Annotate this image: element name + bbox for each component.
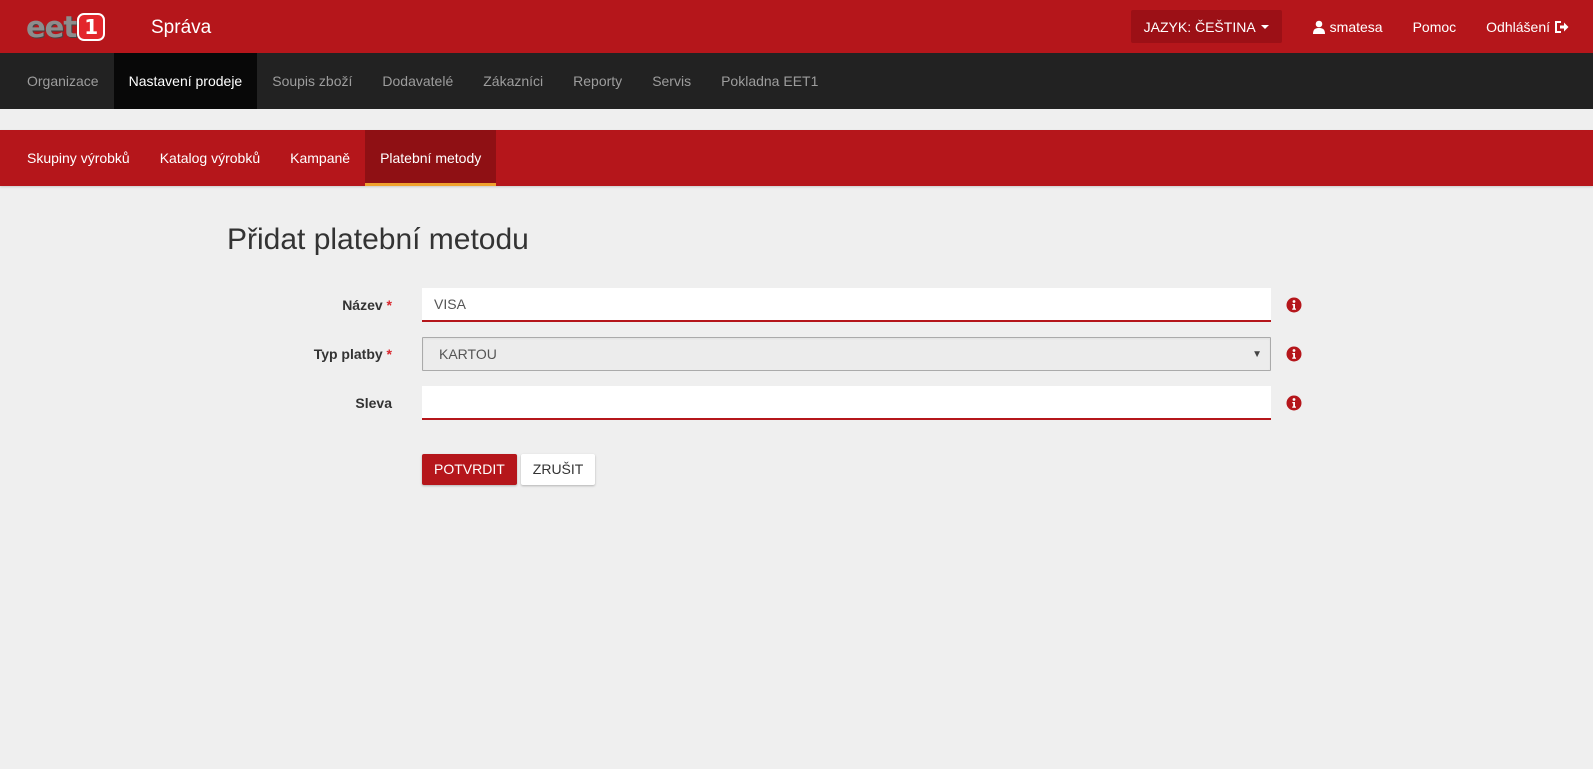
form-row-payment-type: Typ platby * KARTOU ▼	[0, 337, 1593, 371]
payment-type-select[interactable]: KARTOU ▼	[422, 337, 1271, 371]
discount-label-wrap: Sleva	[355, 386, 392, 420]
main-nav: Organizace Nastavení prodeje Soupis zbož…	[0, 53, 1593, 109]
discount-label: Sleva	[355, 395, 392, 411]
name-label-wrap: Název *	[342, 288, 392, 322]
info-icon[interactable]	[1286, 346, 1302, 362]
help-label: Pomoc	[1412, 18, 1457, 35]
nav-item-servis[interactable]: Servis	[637, 53, 706, 109]
tab-platebni-metody[interactable]: Platební metody	[365, 130, 497, 186]
logout-icon	[1555, 20, 1569, 33]
required-marker: *	[386, 346, 392, 362]
nav-item-organizace[interactable]: Organizace	[0, 53, 114, 109]
sub-nav: Skupiny výrobků Katalog výrobků Kampaně …	[0, 130, 1593, 186]
logo-text: eet	[26, 10, 77, 44]
user-icon	[1312, 20, 1325, 34]
name-input[interactable]	[422, 288, 1271, 322]
payment-type-label: Typ platby	[313, 346, 383, 362]
tab-katalog-vyrobku[interactable]: Katalog výrobků	[145, 130, 275, 186]
user-label: smatesa	[1329, 18, 1383, 35]
info-icon[interactable]	[1286, 297, 1302, 313]
tab-skupiny-vyrobku[interactable]: Skupiny výrobků	[0, 130, 145, 186]
logo[interactable]: eet 1	[26, 10, 116, 44]
payment-type-field-wrap: KARTOU ▼	[422, 337, 1271, 371]
caret-down-icon: ▼	[1252, 349, 1262, 360]
nav-item-reporty[interactable]: Reporty	[558, 53, 637, 109]
form-buttons: POTVRDIT ZRUŠIT	[422, 454, 596, 485]
help-link[interactable]: Pomoc	[1398, 19, 1472, 35]
logout-link[interactable]: Odhlášení	[1471, 19, 1569, 35]
name-field-wrap	[422, 288, 1271, 322]
info-icon[interactable]	[1286, 395, 1302, 411]
top-right-menu: JAZYK: ČEŠTINA smatesa Pomoc Odhlášení	[1130, 0, 1569, 53]
logo-badge: 1	[77, 13, 106, 41]
nav-item-dodavatele[interactable]: Dodavatelé	[367, 53, 468, 109]
payment-type-label-wrap: Typ platby *	[314, 337, 392, 371]
nav-item-soupis-zbozi[interactable]: Soupis zboží	[257, 53, 367, 109]
required-marker: *	[386, 297, 392, 313]
logout-label: Odhlášení	[1486, 18, 1550, 35]
discount-input[interactable]	[422, 386, 1271, 420]
page-title: Přidat platební metodu	[227, 223, 529, 256]
confirm-button[interactable]: POTVRDIT	[422, 454, 517, 485]
nav-item-pokladna-eet1[interactable]: Pokladna EET1	[706, 53, 833, 109]
top-bar: eet 1 Správa JAZYK: ČEŠTINA smatesa Pomo…	[0, 0, 1593, 53]
discount-field-wrap	[422, 386, 1271, 420]
form-row-discount: Sleva	[0, 386, 1593, 420]
language-label: JAZYK: ČEŠTINA	[1143, 18, 1256, 35]
nav-item-zakaznici[interactable]: Zákazníci	[468, 53, 558, 109]
tab-kampane[interactable]: Kampaně	[275, 130, 365, 186]
name-label: Název	[342, 297, 383, 313]
form-row-name: Název *	[0, 288, 1593, 322]
user-link[interactable]: smatesa	[1297, 19, 1398, 35]
caret-down-icon	[1260, 24, 1269, 29]
app-title[interactable]: Správa	[151, 0, 211, 53]
nav-item-nastaveni-prodeje[interactable]: Nastavení prodeje	[113, 53, 258, 109]
language-dropdown[interactable]: JAZYK: ČEŠTINA	[1130, 10, 1282, 43]
cancel-button[interactable]: ZRUŠIT	[520, 454, 596, 485]
payment-type-value: KARTOU	[439, 346, 497, 362]
